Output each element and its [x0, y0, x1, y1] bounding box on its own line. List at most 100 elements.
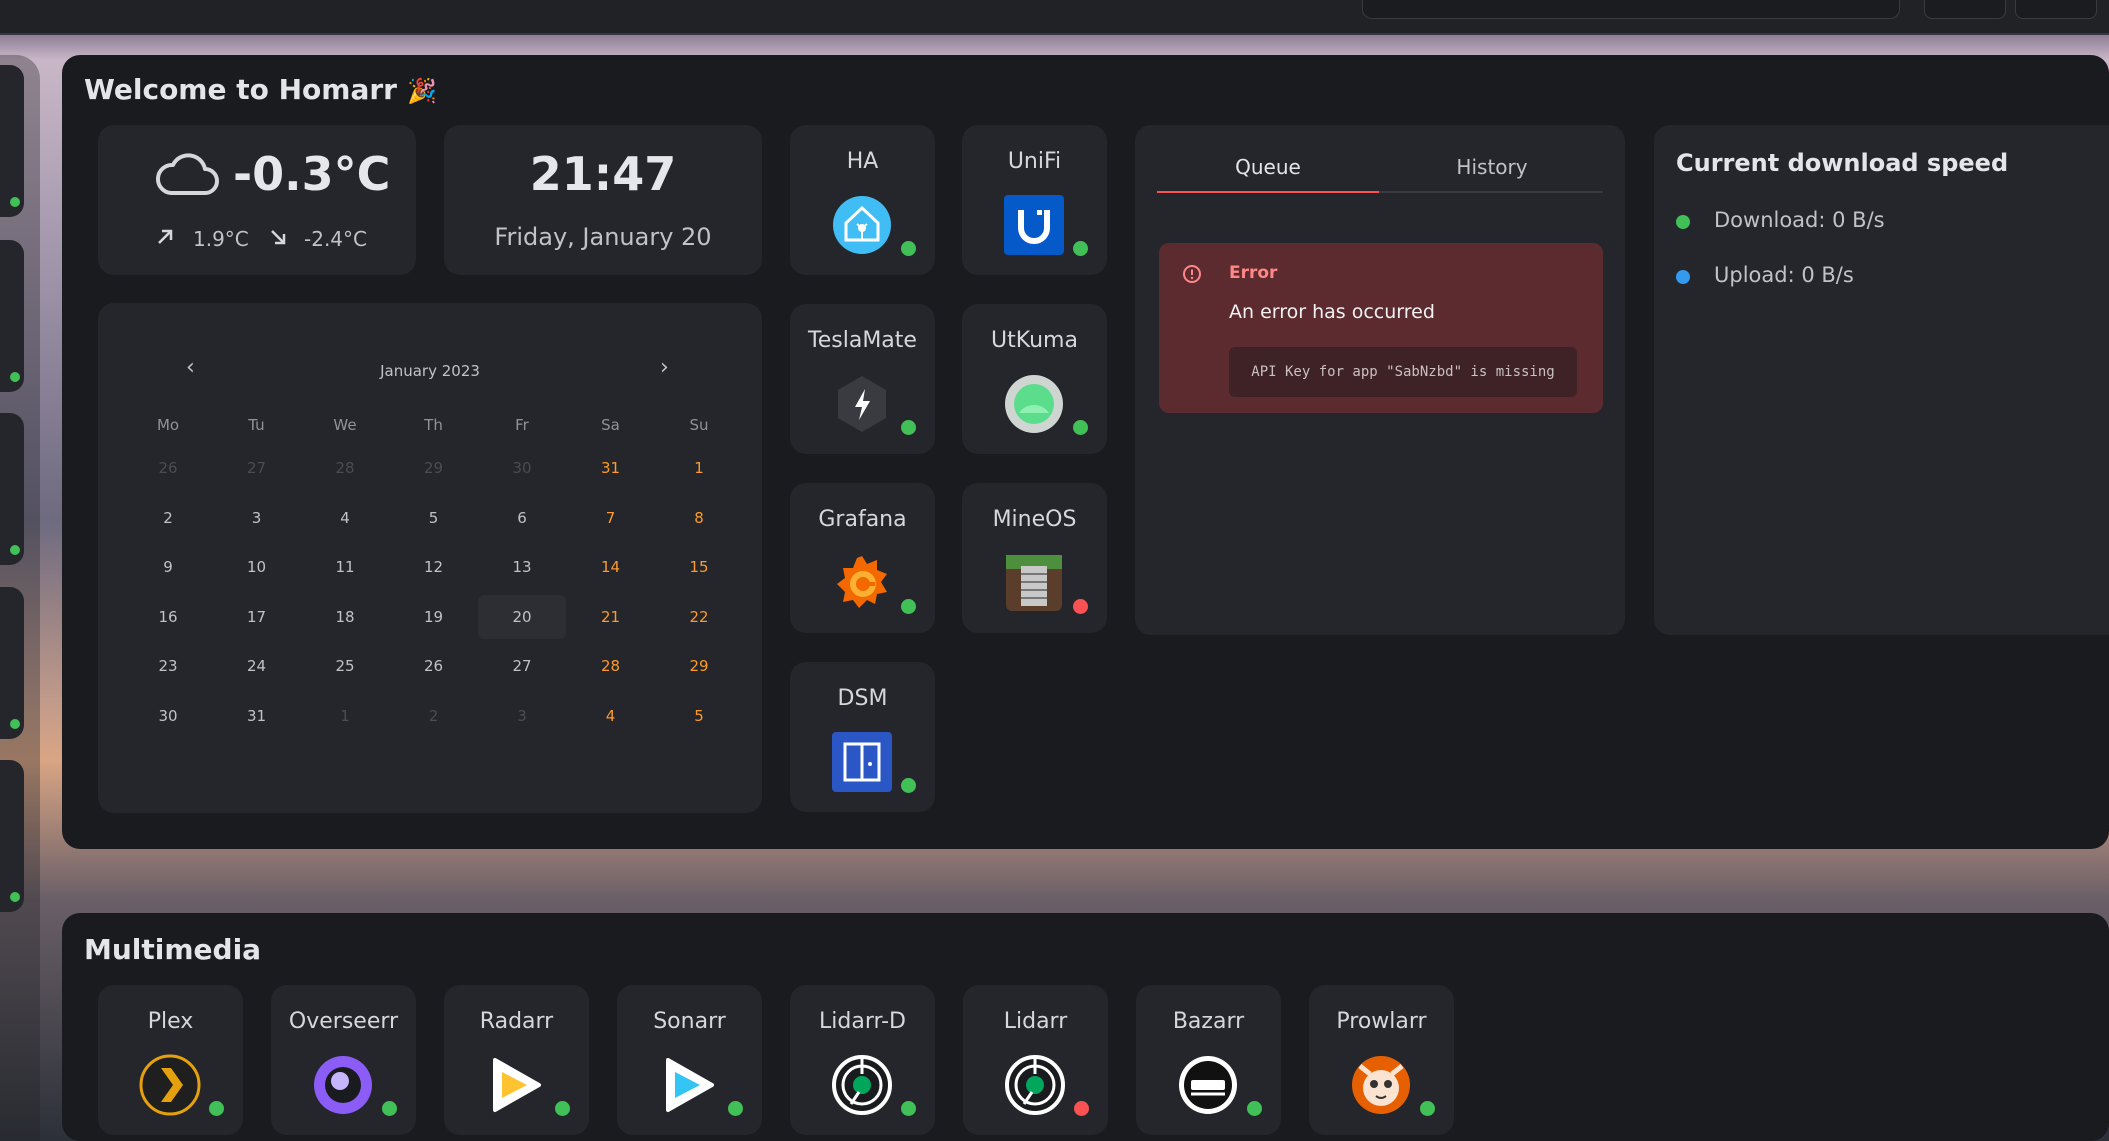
app-tile-lidarr-d[interactable]: Lidarr-D: [790, 985, 935, 1135]
calendar-day[interactable]: 8: [655, 496, 743, 540]
calendar-day[interactable]: 28: [567, 644, 655, 688]
sidebar-tile[interactable]: [0, 413, 24, 565]
calendar-day[interactable]: 1: [655, 446, 743, 490]
calendar-day[interactable]: 11: [301, 545, 389, 589]
status-dot: [209, 1101, 224, 1116]
calendar-day[interactable]: 16: [124, 595, 212, 639]
calendar-day[interactable]: 24: [213, 644, 301, 688]
calendar-day[interactable]: 4: [567, 694, 655, 738]
calendar-day[interactable]: 5: [390, 496, 478, 540]
tab-active-indicator: [1157, 191, 1379, 193]
error-alert: Error An error has occurred API Key for …: [1159, 243, 1603, 413]
calendar-weekday: Tu: [248, 416, 265, 434]
left-sidebar: [0, 55, 40, 1141]
app-tile-dsm[interactable]: DSM: [790, 662, 935, 812]
bazarr-icon: [1177, 1054, 1239, 1116]
app-name: Bazarr: [1172, 1009, 1245, 1034]
app-tile-mineos[interactable]: MineOS: [962, 483, 1107, 633]
upload-speed: Upload: 0 B/s: [1714, 263, 1854, 287]
clock-date: Friday, January 20: [494, 223, 712, 251]
calendar-day[interactable]: 26: [124, 446, 212, 490]
app-tile-radarr[interactable]: Radarr: [444, 985, 589, 1135]
calendar-day[interactable]: 29: [655, 644, 743, 688]
app-tile-lidarr[interactable]: Lidarr: [963, 985, 1108, 1135]
sidebar-tile[interactable]: [0, 760, 24, 912]
app-name: Plex: [147, 1009, 194, 1034]
app-tile-teslamate[interactable]: TeslaMate: [790, 304, 935, 454]
header-button-2[interactable]: [2015, 0, 2097, 19]
calendar-day[interactable]: 2: [390, 694, 478, 738]
calendar-day[interactable]: 1: [301, 694, 389, 738]
app-tile-overseerr[interactable]: Overseerr: [271, 985, 416, 1135]
section-title: Welcome to Homarr 🎉: [84, 73, 437, 106]
prowlarr-icon: [1350, 1054, 1412, 1116]
tab-history[interactable]: History: [1381, 155, 1603, 179]
app-tile-unifi[interactable]: UniFi: [962, 125, 1107, 275]
calendar-day[interactable]: 20: [478, 594, 566, 639]
weather-temperature: -0.3°C: [233, 147, 391, 201]
header-button-1[interactable]: [1924, 0, 2006, 19]
grafana-icon: [831, 552, 893, 614]
calendar-day[interactable]: 23: [124, 644, 212, 688]
calendar-weekday: Fr: [515, 416, 529, 434]
calendar-day[interactable]: 27: [213, 446, 301, 490]
calendar-day[interactable]: 21: [567, 595, 655, 639]
app-name: Lidarr-D: [819, 1009, 906, 1034]
calendar-day[interactable]: 29: [390, 446, 478, 490]
top-bar: [0, 0, 2109, 33]
status-dot: [10, 719, 20, 729]
app-tile-plex[interactable]: Plex: [98, 985, 243, 1135]
calendar-day[interactable]: 30: [124, 694, 212, 738]
app-tile-sonarr[interactable]: Sonarr: [617, 985, 762, 1135]
calendar-day[interactable]: 12: [390, 545, 478, 589]
calendar-day[interactable]: 4: [301, 496, 389, 540]
calendar-day[interactable]: 10: [213, 545, 301, 589]
calendar-day[interactable]: 6: [478, 496, 566, 540]
calendar-day[interactable]: 9: [124, 545, 212, 589]
alert-circle-icon: [1183, 265, 1201, 283]
calendar-day[interactable]: 26: [390, 644, 478, 688]
tab-queue[interactable]: Queue: [1157, 155, 1379, 179]
calendar-next-button[interactable]: ›: [660, 355, 669, 380]
calendar-weekday: Su: [689, 416, 709, 434]
status-dot: [901, 1101, 916, 1116]
app-tile-utkuma[interactable]: UtKuma: [962, 304, 1107, 454]
app-name: DSM: [837, 686, 888, 711]
app-name: UniFi: [1007, 149, 1062, 174]
tab-divider: [1379, 191, 1603, 193]
calendar-day[interactable]: 7: [567, 496, 655, 540]
app-tile-prowlarr[interactable]: Prowlarr: [1309, 985, 1454, 1135]
app-name: Overseerr: [288, 1009, 399, 1034]
download-speed-widget: Current download speed Download: 0 B/s U…: [1654, 125, 2109, 635]
status-dot: [1247, 1101, 1262, 1116]
calendar-day[interactable]: 31: [213, 694, 301, 738]
calendar-day[interactable]: 15: [655, 545, 743, 589]
app-tile-grafana[interactable]: Grafana: [790, 483, 935, 633]
status-dot: [1073, 420, 1088, 435]
calendar-day[interactable]: 22: [655, 595, 743, 639]
sidebar-tile[interactable]: [0, 587, 24, 739]
calendar-day[interactable]: 31: [567, 446, 655, 490]
teslamate-icon: [831, 373, 893, 435]
calendar-day[interactable]: 14: [567, 545, 655, 589]
calendar-day[interactable]: 27: [478, 644, 566, 688]
calendar-day[interactable]: 2: [124, 496, 212, 540]
calendar-day[interactable]: 17: [213, 595, 301, 639]
calendar-day[interactable]: 28: [301, 446, 389, 490]
app-tile-ha[interactable]: HA: [790, 125, 935, 275]
clock-time: 21:47: [529, 147, 677, 201]
sidebar-tile[interactable]: [0, 65, 24, 217]
section-title: Multimedia: [84, 933, 262, 966]
calendar-day[interactable]: 5: [655, 694, 743, 738]
calendar-day[interactable]: 3: [213, 496, 301, 540]
calendar-day[interactable]: 19: [390, 595, 478, 639]
calendar-day[interactable]: 3: [478, 694, 566, 738]
app-name: Prowlarr: [1336, 1009, 1427, 1034]
calendar-day[interactable]: 25: [301, 644, 389, 688]
search-input[interactable]: [1362, 0, 1900, 19]
calendar-day[interactable]: 30: [478, 446, 566, 490]
calendar-day[interactable]: 13: [478, 545, 566, 589]
app-tile-bazarr[interactable]: Bazarr: [1136, 985, 1281, 1135]
calendar-day[interactable]: 18: [301, 595, 389, 639]
sidebar-tile[interactable]: [0, 240, 24, 392]
